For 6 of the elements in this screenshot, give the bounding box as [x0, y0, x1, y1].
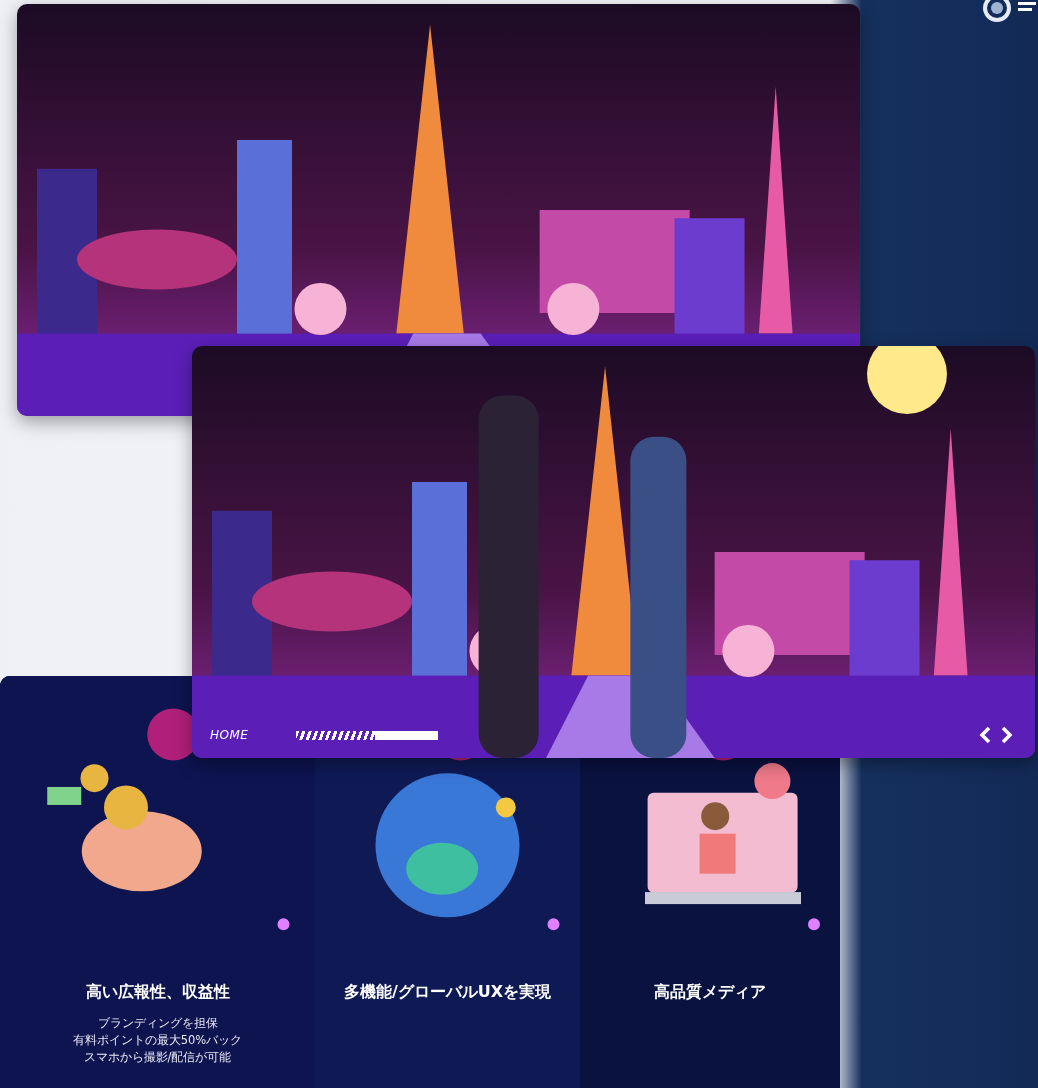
feature-title: 高品質メディア: [654, 982, 766, 1003]
feature-text: ブランディングを担保: [97, 1015, 218, 1032]
feature-text: 有料ポイントの最大50%バック: [72, 1032, 243, 1049]
feature-title: 多機能/グローバルUXを実現: [343, 982, 552, 1003]
feature-text: スマホから撮影/配信が可能: [83, 1049, 232, 1066]
feature-title: 高い広報性、収益性: [85, 982, 230, 1003]
